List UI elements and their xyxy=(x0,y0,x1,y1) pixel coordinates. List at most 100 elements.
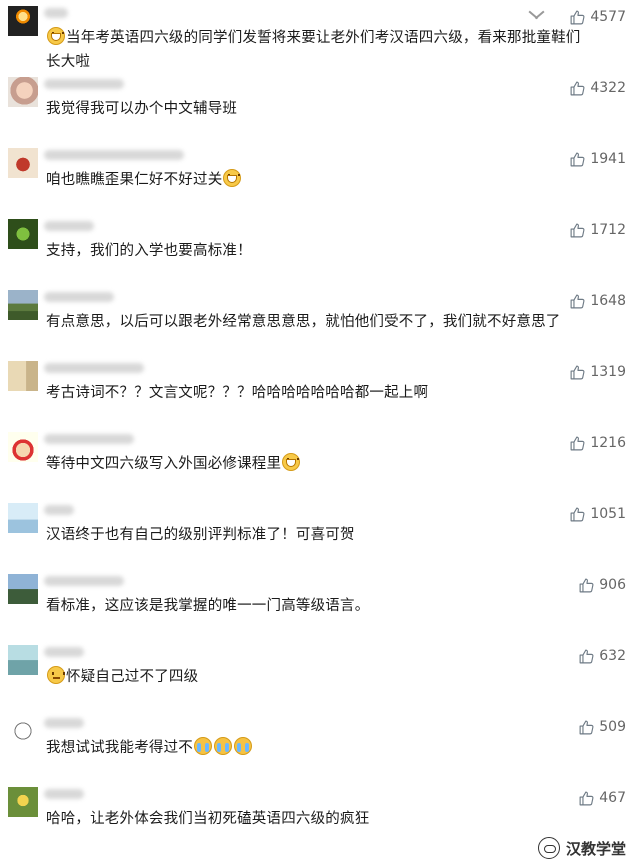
comment-text: 咱也瞧瞧歪果仁好不好过关 xyxy=(46,168,626,192)
comment-body: 我觉得我可以办个中文辅导班 xyxy=(46,101,238,117)
comment-item: 1216 等待中文四六级写入外国必修课程里 xyxy=(0,426,640,497)
like-count: 4322 xyxy=(590,80,626,96)
username-blurred[interactable] xyxy=(44,576,124,586)
comment-item: 1712 支持，我们的入学也要高标准！ xyxy=(0,213,640,284)
comment-body: 咱也瞧瞧歪果仁好不好过关 xyxy=(46,172,223,188)
like-button[interactable]: 1648 xyxy=(569,290,626,312)
like-button[interactable]: 4322 xyxy=(569,77,626,99)
grin-emoji-icon xyxy=(282,453,301,471)
candle-avatar[interactable] xyxy=(8,6,38,36)
username-blurred[interactable] xyxy=(44,292,114,302)
comment-text: 有点意思，以后可以跟老外经常意思意思，就怕他们受不了，我们就不好意思了 xyxy=(46,310,626,334)
username-blurred[interactable] xyxy=(44,221,94,231)
comment-item: 1051 汉语终于也有自己的级别评判标准了！可喜可贺 xyxy=(0,497,640,568)
thumbs-up-icon xyxy=(570,81,585,95)
doubt-emoji-icon xyxy=(47,666,65,684)
comment-text: 我觉得我可以办个中文辅导班 xyxy=(46,97,626,121)
comment-item: 4322 我觉得我可以办个中文辅导班 xyxy=(0,71,640,142)
like-count: 1051 xyxy=(590,506,626,522)
comment-body: 看标准，这应该是我掌握的唯一一门高等级语言。 xyxy=(46,598,370,614)
collapse-icon[interactable] xyxy=(528,8,545,22)
like-button[interactable]: 467 xyxy=(578,787,626,809)
santa-avatar[interactable] xyxy=(8,432,38,462)
city-avatar[interactable] xyxy=(8,574,38,604)
like-button[interactable]: 1941 xyxy=(569,148,626,170)
landscape-avatar[interactable] xyxy=(8,290,38,320)
like-count: 509 xyxy=(599,719,626,735)
comment-item: 509 我想试试我能考得过不 xyxy=(0,710,640,781)
grin-emoji-icon xyxy=(47,27,65,45)
like-button[interactable]: 906 xyxy=(578,574,626,596)
comment-text: 我想试试我能考得过不 xyxy=(46,736,626,760)
username-blurred[interactable] xyxy=(44,363,144,373)
like-count: 467 xyxy=(599,790,626,806)
like-count: 4577 xyxy=(590,9,626,25)
like-count: 1648 xyxy=(590,293,626,309)
comment-item: 632 怀疑自己过不了四级 xyxy=(0,639,640,710)
watermark-label: 汉教学堂 xyxy=(565,839,626,858)
thumbs-up-icon xyxy=(570,294,585,308)
cry-emoji-icon xyxy=(214,737,232,755)
comment-body: 当年考英语四六级的同学们发誓将来要让老外们考汉语四六级，看来那批童鞋们 xyxy=(66,30,581,46)
figure-avatar[interactable] xyxy=(8,645,38,675)
comment-text: 看标准，这应该是我掌握的唯一一门高等级语言。 xyxy=(46,594,626,618)
like-count: 1941 xyxy=(590,151,626,167)
watermark: 汉教学堂 xyxy=(537,837,626,859)
thumbs-up-icon xyxy=(579,578,594,592)
comment-body: 我想试试我能考得过不 xyxy=(46,740,193,756)
thumbs-up-icon xyxy=(570,223,585,237)
calligraphy-avatar[interactable] xyxy=(8,361,38,391)
comment-body: 考古诗词不？？文言文呢？？？哈哈哈哈哈哈哈都一起上啊 xyxy=(46,385,429,401)
cry-emoji-icon xyxy=(234,737,252,755)
comment-item: 906 看标准，这应该是我掌握的唯一一门高等级语言。 xyxy=(0,568,640,639)
username-blurred[interactable] xyxy=(44,647,84,657)
like-button[interactable]: 1051 xyxy=(569,503,626,525)
vase-avatar[interactable] xyxy=(8,148,38,178)
thumbs-up-icon xyxy=(570,10,585,24)
username-blurred[interactable] xyxy=(44,8,68,18)
comment-body: 等待中文四六级写入外国必修课程里 xyxy=(46,456,282,472)
wechat-logo-icon xyxy=(537,837,560,859)
like-button[interactable]: 509 xyxy=(578,716,626,738)
flower-avatar[interactable] xyxy=(8,787,38,817)
username-blurred[interactable] xyxy=(44,150,184,160)
sketch-avatar[interactable] xyxy=(8,716,38,746)
username-blurred[interactable] xyxy=(44,505,74,515)
comment-text: 考古诗词不？？文言文呢？？？哈哈哈哈哈哈哈都一起上啊 xyxy=(46,381,626,405)
thumbs-up-icon xyxy=(570,436,585,450)
comment-body: 哈哈，让老外体会我们当初死磕英语四六级的疯狂 xyxy=(46,811,370,827)
like-button[interactable]: 1319 xyxy=(569,361,626,383)
thumbs-up-icon xyxy=(570,152,585,166)
thumbs-up-icon xyxy=(579,649,594,663)
comment-item: 1941 咱也瞧瞧歪果仁好不好过关 xyxy=(0,142,640,213)
like-count: 906 xyxy=(599,577,626,593)
username-blurred[interactable] xyxy=(44,718,84,728)
like-count: 1712 xyxy=(590,222,626,238)
like-button[interactable]: 1216 xyxy=(569,432,626,454)
comment-body: 怀疑自己过不了四级 xyxy=(66,669,199,685)
cartoon-avatar[interactable] xyxy=(8,219,38,249)
thumbs-up-icon xyxy=(579,791,594,805)
comment-item: 1319 考古诗词不？？文言文呢？？？哈哈哈哈哈哈哈都一起上啊 xyxy=(0,355,640,426)
comment-body: 汉语终于也有自己的级别评判标准了！可喜可贺 xyxy=(46,527,355,543)
like-count: 1216 xyxy=(590,435,626,451)
like-button[interactable]: 632 xyxy=(578,645,626,667)
like-count: 1319 xyxy=(590,364,626,380)
username-blurred[interactable] xyxy=(44,434,134,444)
bird-avatar[interactable] xyxy=(8,503,38,533)
comment-text: 怀疑自己过不了四级 xyxy=(46,665,626,689)
comment-body-continued: 长大啦 xyxy=(46,54,91,70)
comment-text: 汉语终于也有自己的级别评判标准了！可喜可贺 xyxy=(46,523,626,547)
thumbs-up-icon xyxy=(570,365,585,379)
comment-text: 哈哈，让老外体会我们当初死磕英语四六级的疯狂 xyxy=(46,807,626,831)
like-button[interactable]: 4577 xyxy=(569,6,626,28)
baby-avatar[interactable] xyxy=(8,77,38,107)
comment-text: 当年考英语四六级的同学们发誓将来要让老外们考汉语四六级，看来那批童鞋们长大啦 xyxy=(46,26,626,74)
cry-emoji-icon xyxy=(194,737,212,755)
username-blurred[interactable] xyxy=(44,79,124,89)
username-blurred[interactable] xyxy=(44,789,84,799)
comment-body: 有点意思，以后可以跟老外经常意思意思，就怕他们受不了，我们就不好意思了 xyxy=(46,314,561,330)
like-button[interactable]: 1712 xyxy=(569,219,626,241)
comment-text: 支持，我们的入学也要高标准！ xyxy=(46,239,626,263)
comment-item: 1648 有点意思，以后可以跟老外经常意思意思，就怕他们受不了，我们就不好意思了 xyxy=(0,284,640,355)
